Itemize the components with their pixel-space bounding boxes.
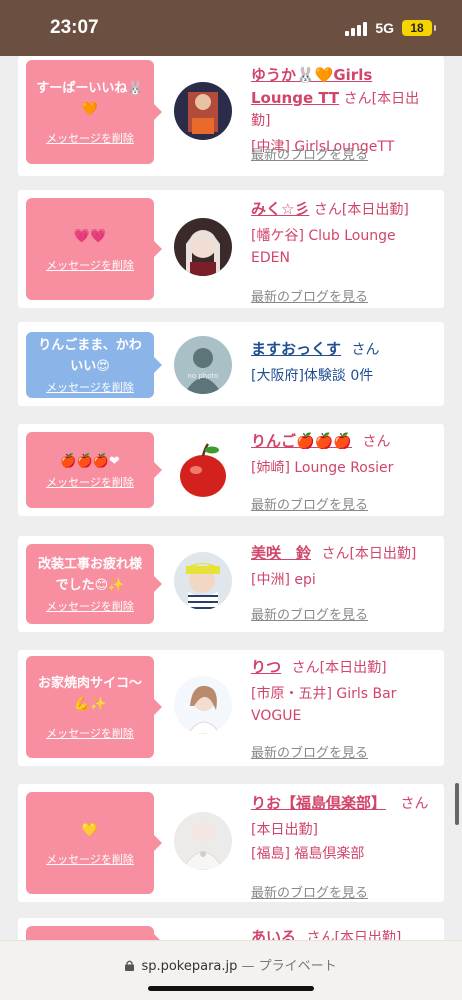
avatar[interactable] <box>174 218 232 276</box>
shop-line: [市原・五井] Girls Bar VOGUE <box>251 686 397 724</box>
message-bubble: お家焼肉サイコ〜💪✨ メッセージを削除 <box>26 656 162 758</box>
attendance-status: [本日出勤] <box>251 822 318 838</box>
message-bubble: りんごまま、かわいい😍 メッセージを削除 <box>26 332 162 398</box>
blog-link[interactable]: 最新のブログを見る <box>251 742 368 761</box>
delete-message-link[interactable]: メッセージを削除 <box>46 725 134 741</box>
url-domain: sp.pokepara.jp <box>141 959 238 974</box>
cast-info: ゆうか🐰🧡Girls Lounge TT さん[本日出勤] [中津] Girls… <box>251 64 437 163</box>
message-text: りんごまま、かわいい😍 <box>38 338 142 374</box>
delete-message-link[interactable]: メッセージを削除 <box>46 598 134 614</box>
blog-link[interactable]: 最新のブログを見る <box>251 604 368 623</box>
cast-name-link[interactable]: りお【福島倶楽部】 <box>251 794 386 812</box>
review-line: [大阪府]体験談 0件 <box>251 368 374 384</box>
message-bubble: 改装工事お疲れ様でした😊✨ メッセージを削除 <box>26 544 162 624</box>
honorific: さん <box>343 91 372 107</box>
list-item: 💗💗 メッセージを削除 みく☆彡 さん[本日出勤] [幡ケ谷] Club Lou… <box>18 190 444 308</box>
list-item: すーぱーいいね🐰🧡 メッセージを削除 ゆうか🐰🧡Girls Lounge TT … <box>18 56 444 176</box>
avatar[interactable] <box>174 442 232 500</box>
status-bar: 23:07 5G 18 <box>0 0 462 56</box>
message-text: すーぱーいいね🐰🧡 <box>36 81 144 117</box>
cast-name-link[interactable]: ますおっくす <box>251 340 341 358</box>
avatar[interactable] <box>174 552 232 610</box>
lock-icon <box>125 960 135 971</box>
delete-message-link[interactable]: メッセージを削除 <box>46 130 134 146</box>
cast-info: りつ さん[本日出勤] [市原・五井] Girls Bar VOGUE 最新のブ… <box>251 656 437 761</box>
attendance-status: [本日出勤] <box>341 202 409 218</box>
honorific: さん <box>291 660 320 676</box>
cast-name-link[interactable]: りつ <box>251 658 281 676</box>
scrollbar[interactable] <box>455 783 459 825</box>
delete-message-link[interactable]: メッセージを削除 <box>46 379 134 395</box>
cast-info: みく☆彡 さん[本日出勤] [幡ケ谷] Club Lounge EDEN 最新の… <box>251 198 437 305</box>
no-photo-label: no photo <box>187 372 218 380</box>
home-indicator[interactable] <box>148 986 314 991</box>
list-item: 🍎🍎🍎❤ メッセージを削除 りんご🍎🍎🍎 さん [姉崎] Lounge Rosi… <box>18 424 444 516</box>
list-item: 💛 メッセージを削除 りお【福島倶楽部】 さん [本日出勤] [福島] 福島倶楽… <box>18 784 444 902</box>
delete-message-link[interactable]: メッセージを削除 <box>46 257 134 273</box>
battery-icon: 18 <box>402 20 436 36</box>
avatar[interactable] <box>174 676 232 734</box>
message-text: 改装工事お疲れ様でした😊✨ <box>37 557 142 593</box>
delete-message-link[interactable]: メッセージを削除 <box>46 851 134 867</box>
cast-name-link[interactable]: りんご🍎🍎🍎 <box>251 432 352 450</box>
cast-info: ますおっくす さん [大阪府]体験談 0件 <box>251 338 437 387</box>
shop-line: [中洲] epi <box>251 572 316 588</box>
message-text: 💛 <box>81 822 99 838</box>
shop-line: [福島] 福島倶楽部 <box>251 846 365 862</box>
cast-info: 美咲 鈴 さん[本日出勤] [中洲] epi 最新のブログを見る <box>251 542 437 623</box>
cast-info: りお【福島倶楽部】 さん [本日出勤] [福島] 福島倶楽部 最新のブログを見る <box>251 792 437 901</box>
honorific: さん <box>313 202 342 218</box>
attendance-status: [本日出勤] <box>349 546 417 562</box>
attendance-status: [本日出勤] <box>319 660 387 676</box>
list-item: 改装工事お疲れ様でした😊✨ メッセージを削除 美咲 鈴 さん[本日出勤] [中洲… <box>18 536 444 632</box>
message-bubble: すーぱーいいね🐰🧡 メッセージを削除 <box>26 60 162 164</box>
honorific: さん <box>362 434 391 450</box>
blog-link[interactable]: 最新のブログを見る <box>251 286 368 305</box>
cast-name-link[interactable]: 美咲 鈴 <box>251 544 311 562</box>
honorific: さん <box>321 546 350 562</box>
cast-name-link[interactable]: みく☆彡 <box>251 200 309 218</box>
private-mode-label: プライベート <box>258 959 337 974</box>
honorific: さん <box>400 796 429 812</box>
list-item: お家焼肉サイコ〜💪✨ メッセージを削除 りつ さん[本日出勤] [市原・五井] … <box>18 650 444 766</box>
delete-message-link[interactable]: メッセージを削除 <box>46 474 134 490</box>
shop-line: [姉崎] Lounge Rosier <box>251 460 394 476</box>
signal-icon <box>345 21 368 36</box>
honorific: さん <box>351 342 380 358</box>
list-item: りんごまま、かわいい😍 メッセージを削除 no photo ますおっくす さん … <box>18 322 444 406</box>
blog-link[interactable]: 最新のブログを見る <box>251 882 368 901</box>
cast-info: りんご🍎🍎🍎 さん [姉崎] Lounge Rosier 最新のブログを見る <box>251 430 437 513</box>
message-bubble: 💛 メッセージを削除 <box>26 792 162 894</box>
message-text: 💗💗 <box>73 228 107 244</box>
shop-line: [幡ケ谷] Club Lounge EDEN <box>251 228 396 266</box>
status-time: 23:07 <box>50 17 99 38</box>
message-text: お家焼肉サイコ〜💪✨ <box>37 676 142 712</box>
avatar[interactable] <box>174 812 232 870</box>
network-type: 5G <box>375 20 394 36</box>
avatar[interactable] <box>174 82 232 140</box>
message-bubble: 🍎🍎🍎❤ メッセージを削除 <box>26 432 162 508</box>
message-text: 🍎🍎🍎❤ <box>60 453 120 469</box>
url-separator: — <box>241 959 255 974</box>
message-bubble: 💗💗 メッセージを削除 <box>26 198 162 300</box>
address-bar[interactable]: sp.pokepara.jp — プライベート <box>0 940 462 1000</box>
blog-link[interactable]: 最新のブログを見る <box>251 494 368 513</box>
blog-link[interactable]: 最新のブログを見る <box>251 144 368 163</box>
avatar[interactable]: no photo <box>174 336 232 394</box>
